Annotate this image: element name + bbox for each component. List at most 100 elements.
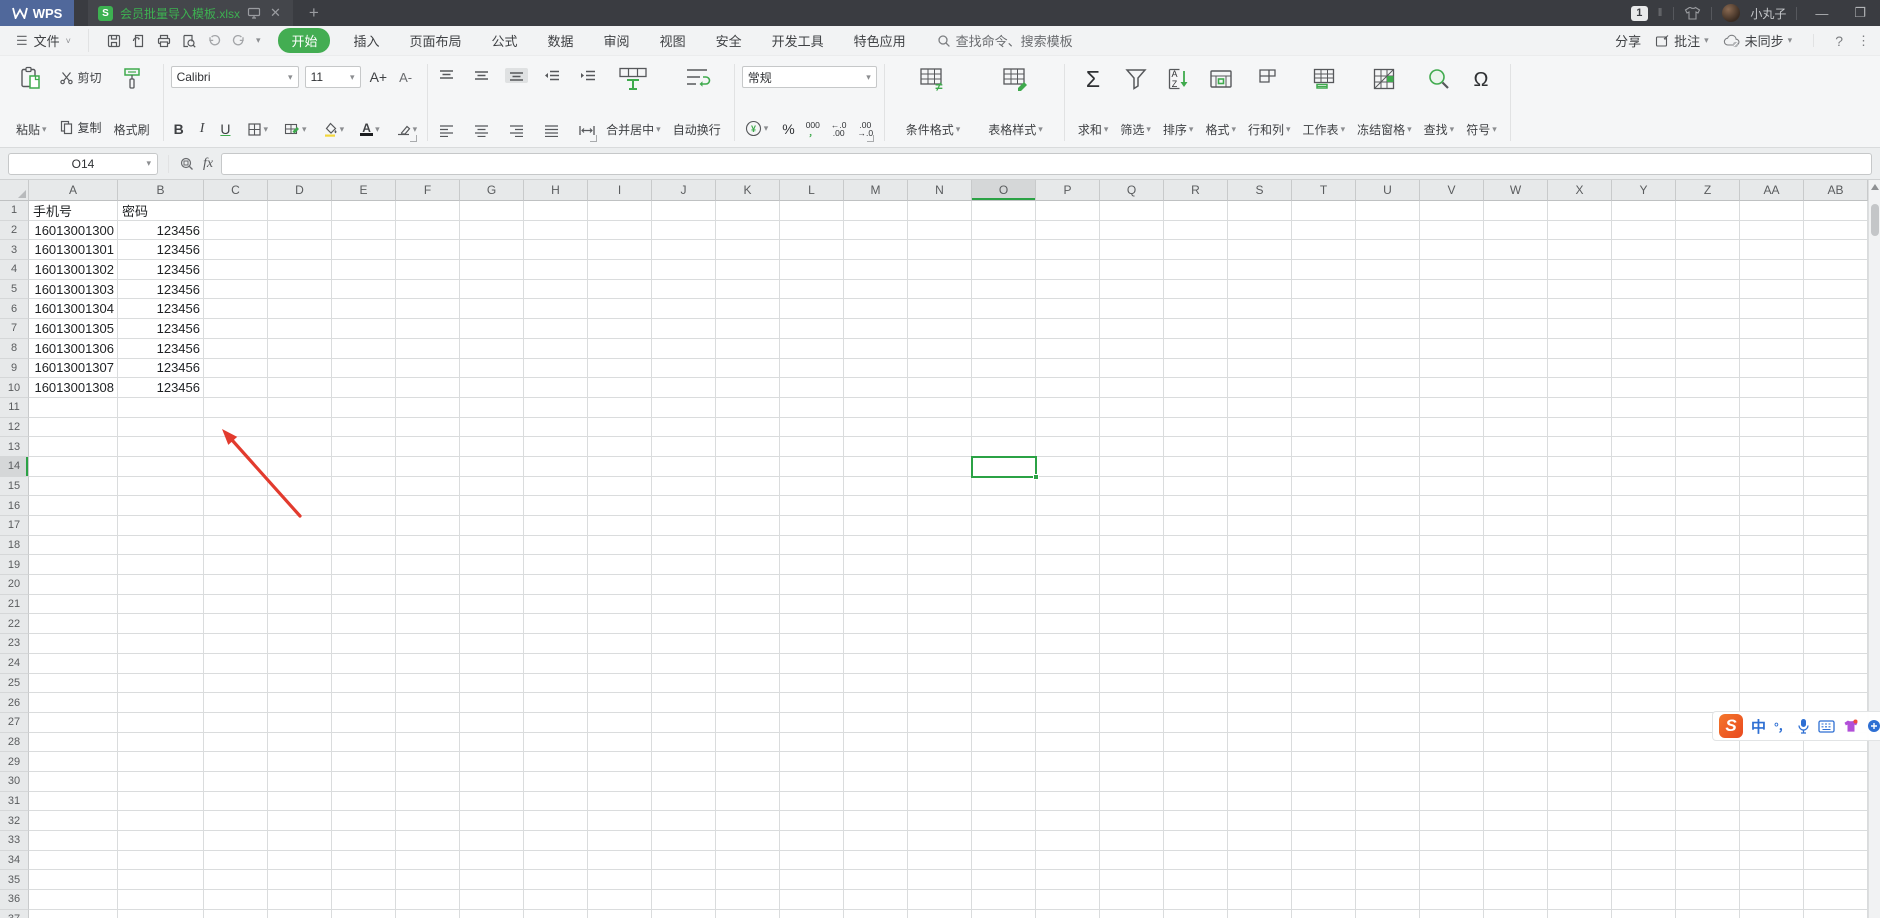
- cell-C36[interactable]: [204, 890, 268, 910]
- cell-Y6[interactable]: [1612, 299, 1676, 320]
- cell-E32[interactable]: [332, 811, 396, 831]
- cell-Z5[interactable]: [1676, 279, 1740, 300]
- alignment-dialog-launcher[interactable]: [590, 135, 598, 142]
- cell-E35[interactable]: [332, 870, 396, 891]
- cell-J6[interactable]: [652, 299, 716, 320]
- cell-Z26[interactable]: [1676, 693, 1740, 713]
- cell-W7[interactable]: [1484, 319, 1548, 339]
- cell-V33[interactable]: [1420, 831, 1484, 851]
- cell-I11[interactable]: [588, 397, 652, 418]
- cell-W25[interactable]: [1484, 673, 1548, 694]
- cell-C4[interactable]: [204, 260, 268, 280]
- cell-U26[interactable]: [1356, 693, 1420, 713]
- cell-O33[interactable]: [972, 831, 1036, 851]
- cell-H19[interactable]: [524, 555, 588, 576]
- wps-logo[interactable]: WPS: [0, 0, 74, 26]
- cell-S2[interactable]: [1228, 220, 1292, 241]
- cell-K3[interactable]: [716, 240, 780, 261]
- cell-M5[interactable]: [844, 279, 908, 300]
- cell-M12[interactable]: [844, 417, 908, 438]
- cell-X35[interactable]: [1548, 870, 1612, 891]
- cell-N8[interactable]: [908, 338, 972, 359]
- cell-B35[interactable]: [118, 870, 204, 891]
- cell-C6[interactable]: [204, 299, 268, 320]
- cell-AB31[interactable]: [1804, 791, 1868, 812]
- cell-D8[interactable]: [268, 338, 332, 359]
- row-header-37[interactable]: 37: [0, 909, 29, 918]
- cell-W17[interactable]: [1484, 516, 1548, 536]
- cell-N9[interactable]: [908, 358, 972, 379]
- cell-P23[interactable]: [1036, 634, 1100, 654]
- cell-Z20[interactable]: [1676, 575, 1740, 595]
- filter-button[interactable]: 筛选 ▾: [1114, 61, 1157, 144]
- cell-E30[interactable]: [332, 771, 396, 792]
- cell-B33[interactable]: [118, 831, 204, 851]
- cell-T14[interactable]: [1292, 456, 1356, 477]
- cell-L12[interactable]: [780, 417, 844, 438]
- decrease-font-button[interactable]: A-: [396, 69, 415, 86]
- tab-page-layout[interactable]: 页面布局: [395, 31, 477, 50]
- cell-P36[interactable]: [1036, 890, 1100, 910]
- cell-E3[interactable]: [332, 240, 396, 261]
- sum-button[interactable]: Σ 求和 ▾: [1072, 61, 1115, 144]
- cell-A7[interactable]: 16013001305: [29, 319, 118, 339]
- cell-W1[interactable]: [1484, 201, 1548, 221]
- formula-input[interactable]: [221, 152, 1872, 175]
- bold-button[interactable]: B: [171, 120, 187, 138]
- cell-I14[interactable]: [588, 456, 652, 477]
- cell-Q33[interactable]: [1100, 831, 1164, 851]
- cell-K29[interactable]: [716, 752, 780, 772]
- cell-O4[interactable]: [972, 260, 1036, 280]
- cell-C13[interactable]: [204, 437, 268, 457]
- cell-N11[interactable]: [908, 397, 972, 418]
- cell-K13[interactable]: [716, 437, 780, 457]
- cell-S3[interactable]: [1228, 240, 1292, 261]
- cell-H29[interactable]: [524, 752, 588, 772]
- cell-F31[interactable]: [396, 791, 460, 812]
- cell-C31[interactable]: [204, 791, 268, 812]
- cell-F2[interactable]: [396, 220, 460, 241]
- cell-X20[interactable]: [1548, 575, 1612, 595]
- cell-N19[interactable]: [908, 555, 972, 576]
- cell-E19[interactable]: [332, 555, 396, 576]
- cell-R30[interactable]: [1164, 771, 1228, 792]
- cell-S23[interactable]: [1228, 634, 1292, 654]
- cell-Z4[interactable]: [1676, 260, 1740, 280]
- cell-F15[interactable]: [396, 476, 460, 497]
- cell-M13[interactable]: [844, 437, 908, 457]
- cell-H12[interactable]: [524, 417, 588, 438]
- cell-X28[interactable]: [1548, 732, 1612, 753]
- cell-R37[interactable]: [1164, 909, 1228, 918]
- cell-C7[interactable]: [204, 319, 268, 339]
- cell-E23[interactable]: [332, 634, 396, 654]
- cell-U19[interactable]: [1356, 555, 1420, 576]
- freeze-panes-button[interactable]: 冻结窗格 ▾: [1351, 61, 1418, 144]
- cell-P32[interactable]: [1036, 811, 1100, 831]
- cell-D35[interactable]: [268, 870, 332, 891]
- cell-U28[interactable]: [1356, 732, 1420, 753]
- cell-Q11[interactable]: [1100, 397, 1164, 418]
- cell-AB12[interactable]: [1804, 417, 1868, 438]
- command-search[interactable]: 查找命令、搜索模板: [937, 31, 1073, 50]
- cell-M23[interactable]: [844, 634, 908, 654]
- cell-U8[interactable]: [1356, 338, 1420, 359]
- cell-P1[interactable]: [1036, 201, 1100, 221]
- cell-Y2[interactable]: [1612, 220, 1676, 241]
- cell-P15[interactable]: [1036, 476, 1100, 497]
- cell-G24[interactable]: [460, 653, 524, 674]
- cell-U22[interactable]: [1356, 614, 1420, 635]
- cell-U31[interactable]: [1356, 791, 1420, 812]
- cell-B9[interactable]: 123456: [118, 358, 204, 379]
- cell-L8[interactable]: [780, 338, 844, 359]
- row-header-12[interactable]: 12: [0, 417, 29, 438]
- cell-P18[interactable]: [1036, 535, 1100, 556]
- cell-Z24[interactable]: [1676, 653, 1740, 674]
- cell-X37[interactable]: [1548, 909, 1612, 918]
- row-header-30[interactable]: 30: [0, 771, 29, 792]
- cell-D15[interactable]: [268, 476, 332, 497]
- cell-M1[interactable]: [844, 201, 908, 221]
- cell-U7[interactable]: [1356, 319, 1420, 339]
- cell-E34[interactable]: [332, 850, 396, 871]
- cell-V2[interactable]: [1420, 220, 1484, 241]
- cell-V11[interactable]: [1420, 397, 1484, 418]
